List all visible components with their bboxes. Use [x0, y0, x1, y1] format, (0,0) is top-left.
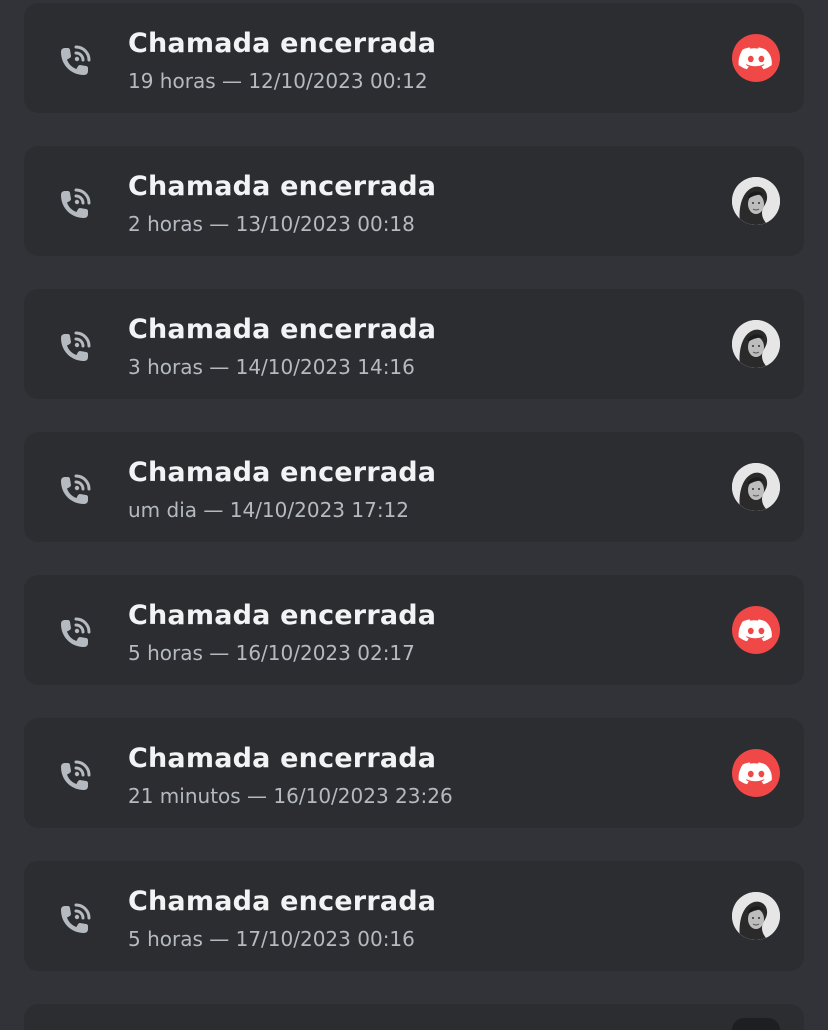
call-item[interactable]: Chamada encerrada 5 horas — 16/10/2023 0…	[24, 575, 804, 685]
phone-call-icon	[52, 898, 96, 942]
phone-call-icon	[52, 40, 96, 84]
user-photo-avatar[interactable]	[732, 177, 780, 225]
avatar-partial	[732, 1018, 780, 1030]
call-item-partial[interactable]	[24, 1004, 804, 1030]
call-title: Chamada encerrada	[128, 743, 437, 774]
phone-call-icon	[52, 183, 96, 227]
call-duration-timestamp: 5 horas — 17/10/2023 00:16	[128, 927, 415, 951]
call-duration-timestamp: 19 horas — 12/10/2023 00:12	[128, 69, 428, 93]
call-duration-timestamp: 2 horas — 13/10/2023 00:18	[128, 212, 415, 236]
call-item[interactable]: Chamada encerrada 5 horas — 17/10/2023 0…	[24, 861, 804, 971]
phone-call-icon	[52, 469, 96, 513]
discord-logo-icon[interactable]	[732, 749, 780, 797]
call-title: Chamada encerrada	[128, 314, 437, 345]
call-title: Chamada encerrada	[128, 886, 437, 917]
call-title: Chamada encerrada	[128, 600, 437, 631]
phone-call-icon	[52, 612, 96, 656]
call-duration-timestamp: um dia — 14/10/2023 17:12	[128, 498, 410, 522]
call-title: Chamada encerrada	[128, 457, 437, 488]
discord-logo-icon[interactable]	[732, 606, 780, 654]
call-item[interactable]: Chamada encerrada 3 horas — 14/10/2023 1…	[24, 289, 804, 399]
call-duration-timestamp: 3 horas — 14/10/2023 14:16	[128, 355, 415, 379]
call-item[interactable]: Chamada encerrada um dia — 14/10/2023 17…	[24, 432, 804, 542]
user-photo-avatar[interactable]	[732, 463, 780, 511]
call-item[interactable]: Chamada encerrada 21 minutos — 16/10/202…	[24, 718, 804, 828]
discord-logo-icon[interactable]	[732, 34, 780, 82]
call-title: Chamada encerrada	[128, 171, 437, 202]
call-duration-timestamp: 21 minutos — 16/10/2023 23:26	[128, 784, 453, 808]
phone-call-icon	[52, 326, 96, 370]
call-item[interactable]: Chamada encerrada 19 horas — 12/10/2023 …	[24, 3, 804, 113]
user-photo-avatar[interactable]	[732, 892, 780, 940]
call-history-list: Chamada encerrada 19 horas — 12/10/2023 …	[0, 0, 828, 1030]
call-title: Chamada encerrada	[128, 28, 437, 59]
user-photo-avatar[interactable]	[732, 320, 780, 368]
call-item[interactable]: Chamada encerrada 2 horas — 13/10/2023 0…	[24, 146, 804, 256]
call-duration-timestamp: 5 horas — 16/10/2023 02:17	[128, 641, 415, 665]
phone-call-icon	[52, 755, 96, 799]
